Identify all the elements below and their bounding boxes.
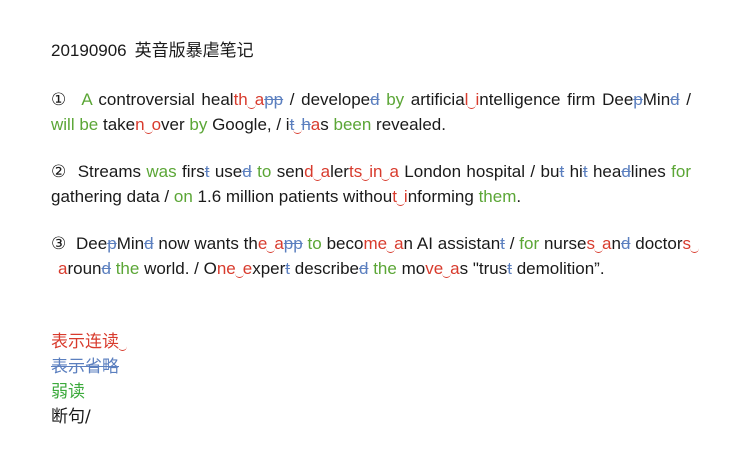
paragraph-marker: ② bbox=[51, 162, 67, 182]
omitted-sound: d bbox=[144, 234, 154, 253]
weak-word: them bbox=[478, 186, 517, 206]
linked-sound: me bbox=[363, 234, 388, 253]
omitted-sound: pp bbox=[283, 234, 303, 253]
linked-sound: a bbox=[254, 90, 265, 109]
linked-sound: a bbox=[58, 258, 68, 278]
omitted-sound: t bbox=[285, 258, 291, 278]
legend-linking: 表示连读 bbox=[51, 330, 127, 355]
weak-word: by bbox=[189, 114, 208, 134]
omitted-sound: p bbox=[107, 234, 117, 253]
linked-sound: i bbox=[475, 90, 480, 109]
weak-word: for bbox=[519, 234, 540, 253]
paragraph-2: ② Streams was first used to send alerts in… bbox=[51, 162, 691, 206]
linked-sound: a bbox=[320, 162, 331, 181]
omitted-sound: t bbox=[204, 162, 210, 181]
note-subtitle: 英音版暴虐笔记 bbox=[134, 41, 254, 61]
linked-sound: a bbox=[450, 258, 460, 278]
omitted-sound: pp bbox=[264, 90, 284, 109]
note-title: 20190906 英音版暴虐笔记 bbox=[51, 40, 254, 62]
omitted-sound: p bbox=[633, 90, 643, 109]
linked-sound: in bbox=[369, 162, 383, 181]
linked-sound: a bbox=[602, 234, 612, 253]
weak-word: to bbox=[307, 234, 322, 253]
legend-pause-label: 断句/ bbox=[51, 407, 91, 427]
legend-pause: 断句/ bbox=[51, 405, 119, 430]
omitted-sound: d bbox=[359, 258, 369, 278]
weak-word: was bbox=[146, 162, 177, 181]
paragraph-3: ③ DeepMind now wants the app to become an … bbox=[51, 234, 700, 278]
legend-weak: 弱读 bbox=[51, 380, 119, 405]
legend-linking-label: 表示连读 bbox=[51, 332, 119, 352]
weak-word: been bbox=[333, 114, 372, 134]
note-page: 20190906 英音版暴虐笔记 ① A controversial health… bbox=[0, 0, 750, 450]
weak-word: by bbox=[386, 90, 405, 109]
linked-sound: th bbox=[233, 90, 248, 109]
weak-word: to bbox=[257, 162, 272, 181]
paragraph-marker: ① bbox=[51, 90, 69, 110]
legend-omission-label: 表示省略 bbox=[51, 357, 119, 377]
weak-word: the bbox=[115, 258, 140, 278]
weak-word: on bbox=[173, 186, 193, 206]
paragraph-marker: ③ bbox=[51, 234, 67, 254]
omitted-sound: d bbox=[101, 258, 111, 278]
omitted-sound: h bbox=[301, 114, 311, 134]
legend: 表示连读 表示省略 弱读 断句/ bbox=[51, 330, 127, 430]
linked-sound: a bbox=[389, 162, 399, 181]
omitted-sound: t bbox=[559, 162, 565, 181]
linked-sound: o bbox=[151, 114, 162, 134]
omitted-sound: d bbox=[370, 90, 380, 109]
linked-sound: ne bbox=[216, 258, 236, 278]
linked-sound: a bbox=[310, 114, 321, 134]
omitted-sound: d bbox=[242, 162, 252, 181]
weak-word: A bbox=[81, 90, 92, 109]
legend-weak-label: 弱读 bbox=[51, 382, 85, 402]
note-date: 20190906 bbox=[51, 41, 127, 60]
weak-word: for bbox=[671, 162, 691, 181]
omitted-sound: d bbox=[621, 162, 631, 181]
linked-sound: d bbox=[304, 162, 314, 181]
omitted-sound: t bbox=[500, 234, 505, 253]
omitted-sound: d bbox=[620, 234, 631, 253]
linked-sound: a bbox=[394, 234, 404, 253]
paragraph-1: ① A controversial health app / developed … bbox=[51, 90, 691, 134]
linked-sound: ts bbox=[348, 162, 363, 181]
weak-word: the bbox=[373, 258, 397, 278]
linked-sound: e bbox=[242, 258, 253, 278]
omitted-sound: t bbox=[507, 258, 512, 278]
linked-sound: ve bbox=[425, 258, 444, 278]
linked-sound: a bbox=[274, 234, 284, 253]
legend-omission: 表示省略 bbox=[51, 355, 119, 380]
omitted-sound: d bbox=[670, 90, 680, 109]
omitted-sound: t bbox=[582, 162, 588, 181]
weak-word: will be bbox=[51, 114, 99, 134]
